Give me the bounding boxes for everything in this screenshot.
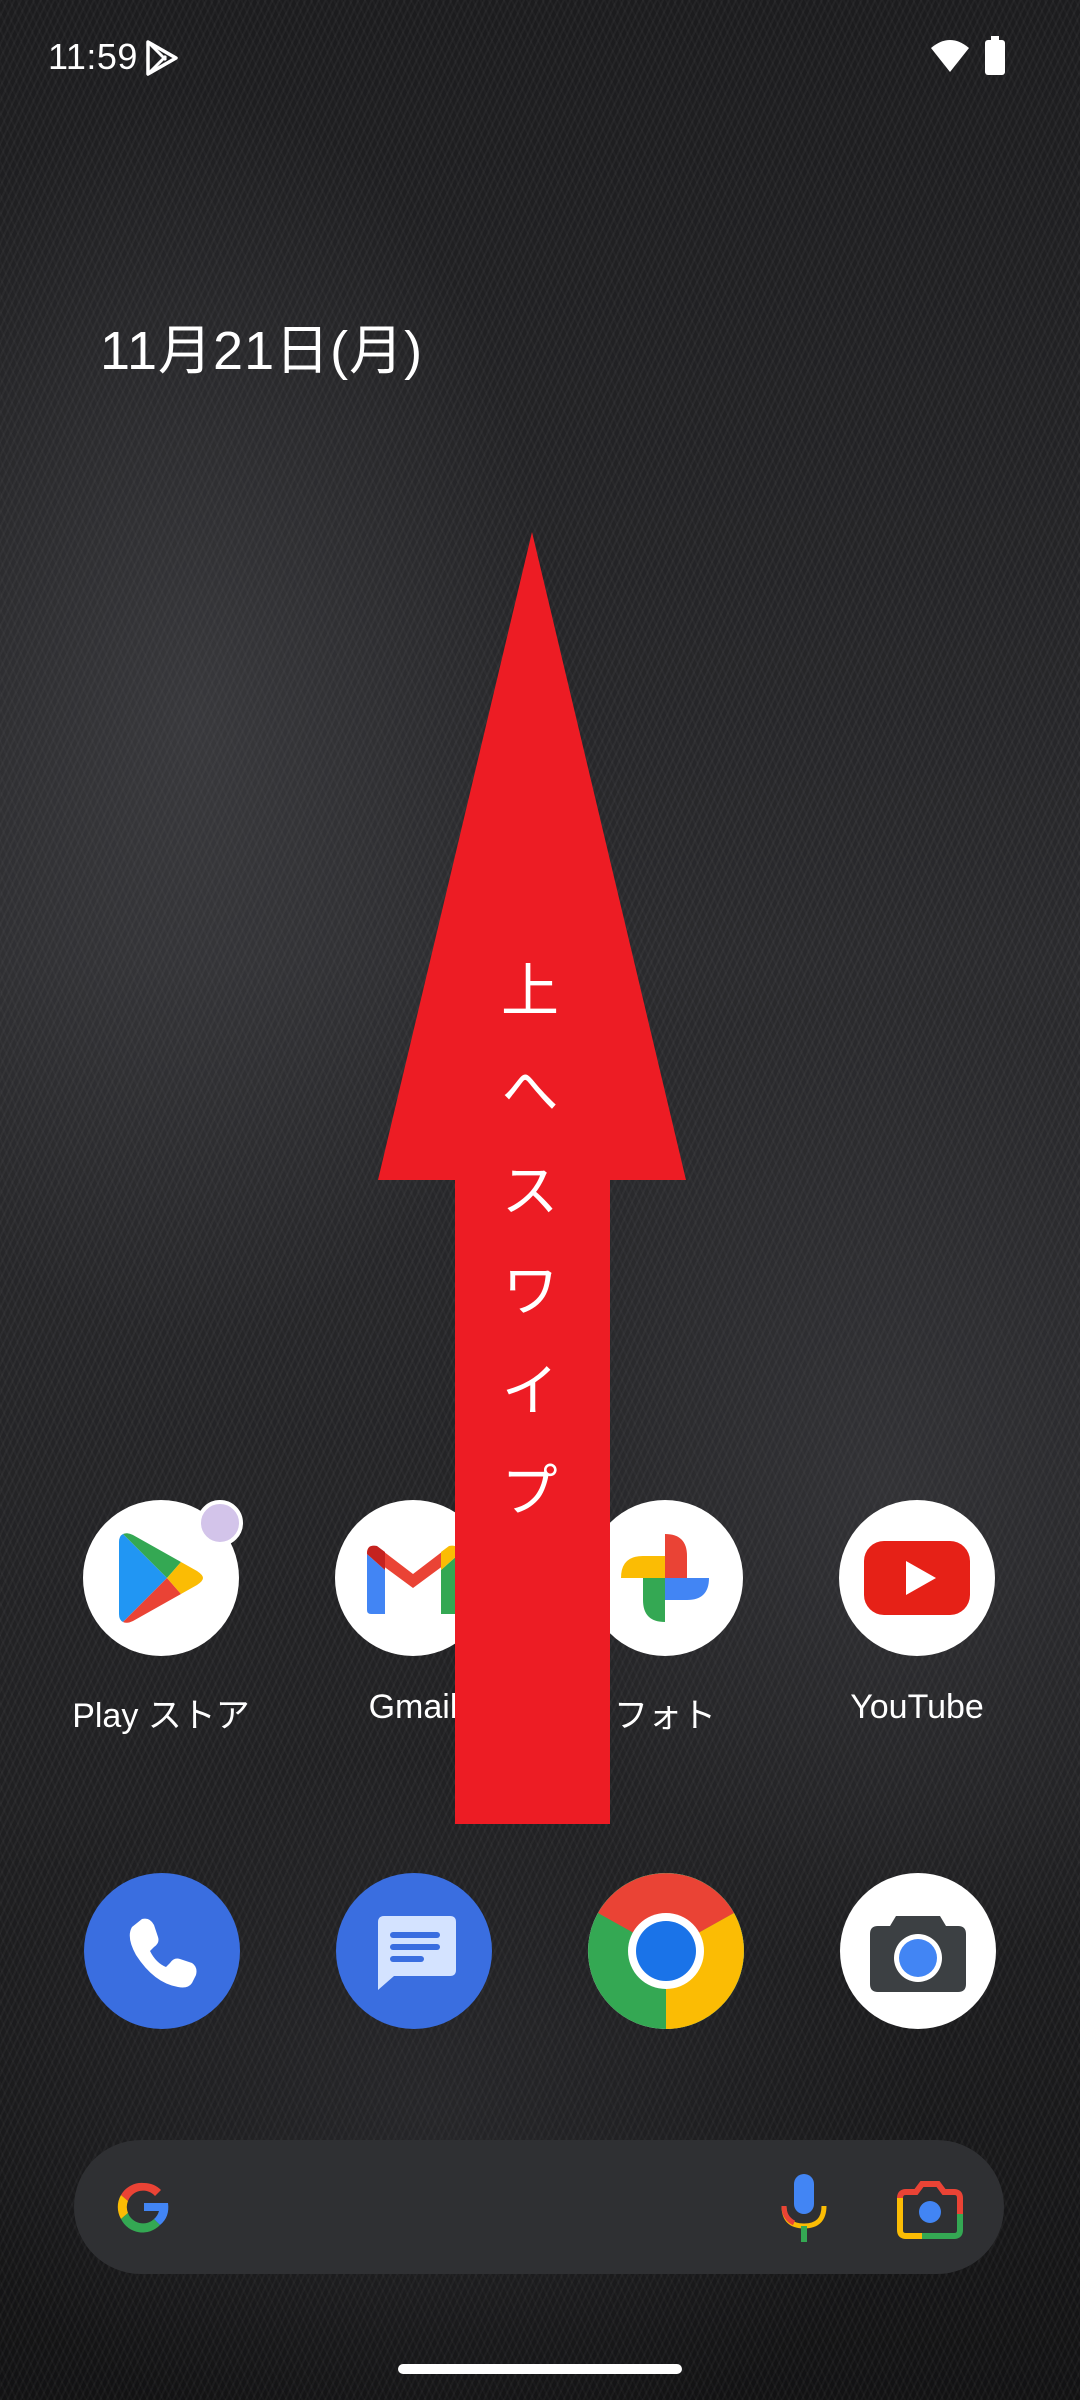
photos-icon	[587, 1500, 743, 1656]
dock-camera[interactable]	[840, 1873, 996, 2029]
date-widget[interactable]: 11月21日(月)	[100, 306, 423, 385]
home-screen: 11:59 11月21日(月) Play ストア Gmail フォト YouTu…	[0, 0, 1080, 2400]
wifi-icon	[931, 40, 969, 72]
google-g-icon	[117, 2182, 169, 2233]
notification-badge	[197, 1500, 243, 1546]
youtube-icon	[839, 1500, 995, 1656]
gmail-icon	[335, 1500, 491, 1656]
dock-phone[interactable]	[84, 1873, 240, 2029]
app-label-play-store: Play ストア	[72, 1697, 250, 1735]
status-time: 11:59	[48, 36, 138, 77]
play-store-icon	[83, 1500, 243, 1656]
app-photos[interactable]: フォト	[540, 1500, 790, 1737]
google-lens-icon[interactable]	[894, 2174, 966, 2242]
google-search-bar[interactable]	[74, 2140, 1004, 2274]
gesture-nav-handle[interactable]	[398, 2364, 682, 2374]
app-label-youtube: YouTube	[850, 1688, 984, 1726]
microphone-icon[interactable]	[774, 2172, 834, 2244]
app-label-photos: フォト	[614, 1697, 716, 1735]
chrome-icon	[588, 1873, 744, 2029]
battery-icon	[985, 36, 1005, 75]
app-youtube[interactable]: YouTube	[792, 1500, 1042, 1727]
app-label-gmail: Gmail	[368, 1688, 458, 1726]
dock-chrome[interactable]	[588, 1873, 744, 2029]
app-play-store[interactable]: Play ストア	[36, 1500, 286, 1737]
play-store-notification-icon	[146, 40, 178, 76]
dock-messages[interactable]	[336, 1873, 492, 2029]
camera-icon	[870, 1916, 966, 1992]
phone-icon	[129, 1918, 197, 1988]
messages-icon	[378, 1916, 456, 1990]
swipe-up-instruction: 上へスワイプ	[491, 960, 559, 1560]
